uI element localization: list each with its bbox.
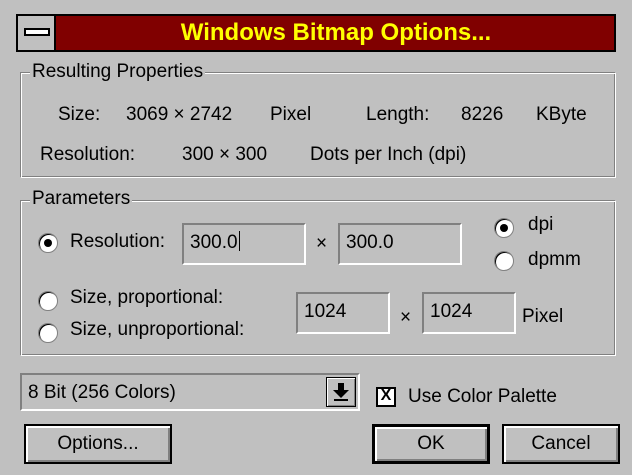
parameters-legend: Parameters	[30, 188, 133, 210]
size-unit-label: Pixel	[522, 306, 564, 327]
resolution-x-value: 300.0	[190, 232, 238, 253]
size-label: Size:	[58, 104, 101, 125]
resolution-value: 300 × 300	[182, 144, 268, 165]
ok-button[interactable]: OK	[372, 424, 490, 464]
use-color-palette-label[interactable]: Use Color Palette	[408, 386, 557, 408]
window-title: Windows Bitmap Options...	[180, 19, 492, 46]
size-unproportional-label[interactable]: Size, unproportional:	[70, 319, 244, 341]
size-unit: Pixel	[270, 104, 312, 125]
cancel-button-label: Cancel	[531, 433, 591, 454]
dpmm-radio-label[interactable]: dpmm	[528, 249, 581, 271]
resolution-y-input[interactable]: 300.0	[338, 223, 462, 265]
size-times-sign: ×	[400, 307, 412, 328]
ok-button-label: OK	[417, 433, 445, 454]
resolution-unit: Dots per Inch (dpi)	[310, 144, 467, 165]
dpi-radio-label[interactable]: dpi	[528, 214, 553, 236]
options-button[interactable]: Options...	[24, 424, 172, 464]
size-unproportional-radio[interactable]	[38, 323, 58, 343]
resolution-times-sign: ×	[316, 233, 328, 254]
length-label: Length:	[366, 104, 430, 125]
text-cursor	[238, 231, 240, 251]
size-proportional-radio[interactable]	[38, 291, 58, 311]
dpi-radio-dot	[500, 224, 508, 232]
length-value: 8226	[461, 104, 504, 125]
resolution-radio[interactable]	[38, 233, 58, 253]
resolution-radio-dot	[44, 239, 52, 247]
color-depth-value: 8 Bit (256 Colors)	[28, 382, 176, 403]
size-x-input[interactable]: 1024	[296, 292, 390, 334]
system-menu-icon	[24, 28, 50, 36]
size-proportional-label[interactable]: Size, proportional:	[70, 287, 223, 309]
resolution-x-input[interactable]: 300.0	[182, 223, 306, 265]
dpmm-radio[interactable]	[494, 251, 514, 271]
dpi-radio[interactable]	[494, 218, 514, 238]
resolution-radio-label[interactable]: Resolution:	[70, 231, 165, 253]
use-color-palette-checkbox[interactable]: X	[376, 387, 396, 407]
length-unit: KByte	[536, 104, 587, 125]
dropdown-arrow-button[interactable]	[326, 377, 356, 407]
size-value: 3069 × 2742	[126, 104, 233, 125]
resulting-properties-legend: Resulting Properties	[30, 61, 206, 83]
dropdown-arrow-icon	[333, 383, 349, 401]
size-y-input[interactable]: 1024	[422, 292, 516, 334]
resolution-label: Resolution:	[40, 144, 136, 165]
options-button-label: Options...	[57, 433, 139, 454]
cancel-button[interactable]: Cancel	[502, 424, 620, 464]
